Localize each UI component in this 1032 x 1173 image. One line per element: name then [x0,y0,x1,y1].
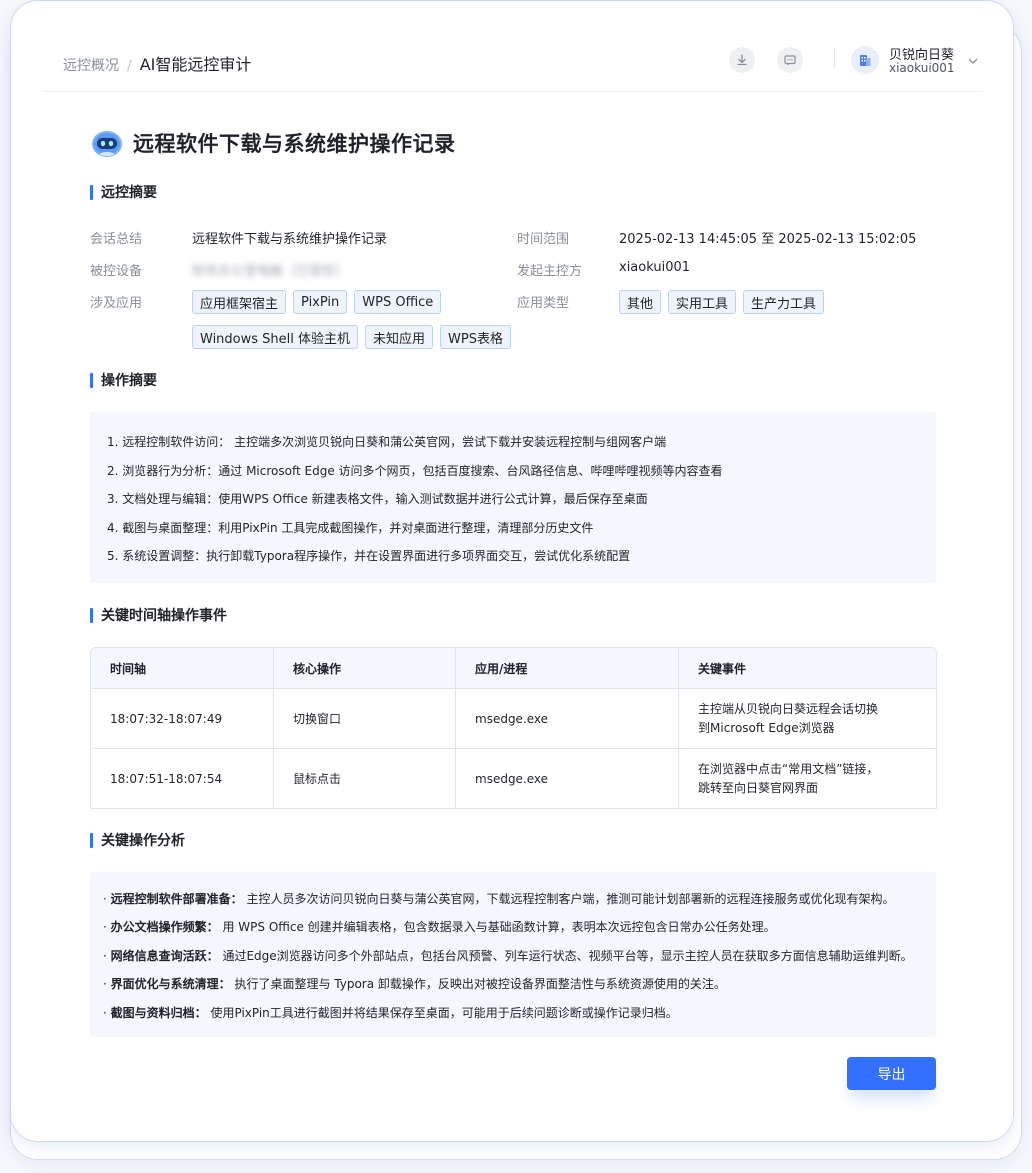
avatar [851,46,879,74]
initiator-value: xiaokui001 [619,260,691,275]
app-types-label: 应用类型 [517,296,570,311]
table-cell: msedge.exe [455,749,678,808]
app-tags-row-2: Windows Shell 体验主机 未知应用 WPS表格 [192,325,511,349]
analysis-title: 远程控制软件部署准备： [110,892,243,906]
type-tag: 生产力工具 [743,290,825,314]
analysis-text: 用 WPS Office 创建并编辑表格，包含数据录入与基础函数计算，表明本次远… [218,920,776,934]
table-cell: 鼠标点击 [273,749,455,808]
list-item: 1. 远程控制软件访问： 主控端多次浏览贝锐向日葵和蒲公英官网，尝试下载并安装远… [107,435,667,449]
section-title: 远控摘要 [101,185,157,201]
section-analysis-heading: 关键操作分析 [90,831,185,849]
time-range-label: 时间范围 [517,232,570,247]
app-tag: 应用框架宿主 [192,290,287,314]
session-value: 远程软件下载与系统维护操作记录 [192,232,388,247]
initiator-label: 发起主控方 [517,264,583,279]
list-item: · 网络信息查询活跃： 通过Edge浏览器访问多个外部站点，包括台风预警、列车运… [103,949,913,963]
analysis-title: 界面优化与系统清理： [110,977,231,991]
breadcrumb: 远控概况 / AI智能远控审计 [63,51,251,75]
table-cell: 18:07:51-18:07:54 [110,771,223,786]
analysis-panel: · 远程控制软件部署准备： 主控人员多次访问贝锐向日葵与蒲公英官网，下载远程控制… [90,872,936,1037]
column-header: 时间轴 [110,661,147,676]
robot-icon [92,131,122,157]
user-id: xiaokui001 [889,61,955,75]
section-title: 操作摘要 [101,373,157,389]
analysis-text: 主控人员多次访问贝锐向日葵与蒲公英官网，下载远程控制客户端，推测可能计划部署新的… [242,892,895,906]
breadcrumb-root[interactable]: 远控概况 [63,58,119,74]
message-button[interactable] [777,47,803,73]
section-accent-bar [90,832,93,848]
section-title: 关键操作分析 [101,833,185,849]
analysis-text: 使用PixPin工具进行截图并将结果保存至桌面，可能用于后续问题诊断或操作记录归… [206,1006,678,1020]
session-label: 会话总结 [90,232,143,247]
type-tag: 实用工具 [668,290,737,314]
device-label: 被控设备 [90,264,143,279]
app-type-tags: 其他 实用工具 生产力工具 [619,290,825,314]
table-row: 18:07:51-18:07:54 鼠标点击 msedge.exe 在浏览器中点… [91,748,936,808]
list-item: 4. 截图与桌面整理：利用PixPin 工具完成截图操作，并对桌面进行整理，清理… [107,521,594,535]
app-tag: WPS Office [354,290,442,314]
table-cell: 主控端从贝锐向日葵远程会话切换 到Microsoft Edge浏览器 [678,689,936,748]
list-item: · 界面优化与系统清理： 执行了桌面整理与 Typora 卸载操作，反映出对被控… [103,977,726,991]
user-menu[interactable]: 贝锐向日葵 xiaokui001 [851,44,981,78]
app-tag: PixPin [293,290,348,314]
app-tags-row-1: 应用框架宿主 PixPin WPS Office [192,290,442,314]
section-operations-heading: 操作摘要 [90,371,157,389]
list-item: 5. 系统设置调整：执行卸载Typora程序操作，并在设置界面进行多项界面交互，… [107,549,631,563]
type-tag: 其他 [619,290,662,314]
download-button[interactable] [729,47,755,73]
table-cell: 在浏览器中点击“常用文档”链接， 跳转至向日葵官网界面 [678,749,936,808]
analysis-text: 执行了桌面整理与 Typora 卸载操作，反映出对被控设备界面整洁性与系统资源使… [230,977,726,991]
building-icon [860,55,871,66]
section-accent-bar [90,372,93,388]
page-title-row: 远程软件下载与系统维护操作记录 [91,127,456,159]
table-cell: msedge.exe [455,689,678,748]
section-timeline-heading: 关键时间轴操作事件 [90,606,227,624]
list-item: · 截图与资料归档： 使用PixPin工具进行截图并将结果保存至桌面，可能用于后… [103,1006,678,1020]
export-button[interactable]: 导出 [847,1057,936,1090]
analysis-title: 截图与资料归档： [110,1006,207,1020]
app-tag: Windows Shell 体验主机 [192,325,359,349]
breadcrumb-separator: / [127,58,132,74]
download-icon [737,54,747,66]
list-item: · 办公文档操作频繁： 用 WPS Office 创建并编辑表格，包含数据录入与… [103,920,776,934]
chevron-down-icon[interactable] [967,55,979,67]
table-cell: 切换窗口 [273,689,455,748]
audit-card: 远控概况 / AI智能远控审计 贝锐向日葵 xiaokui001 远程软件下载与… [10,0,1014,1142]
page-header: 远控概况 / AI智能远控审计 贝锐向日葵 xiaokui001 [43,1,983,92]
section-summary-heading: 远控摘要 [90,183,157,201]
section-accent-bar [90,607,93,623]
page-title: 远程软件下载与系统维护操作记录 [133,132,456,156]
column-header: 应用/进程 [455,648,678,688]
list-item: 3. 文档处理与编辑：使用WPS Office 新建表格文件，输入测试数据并进行… [107,492,648,506]
table-row: 18:07:32-18:07:49 切换窗口 msedge.exe 主控端从贝锐… [91,688,936,748]
app-tag: WPS表格 [440,325,511,349]
column-header: 关键事件 [678,648,936,688]
apps-label: 涉及应用 [90,296,143,311]
analysis-text: 通过Edge浏览器访问多个外部站点，包括台风预警、列车运行状态、视频平台等，显示… [218,949,913,963]
operation-summary-panel: 1. 远程控制软件访问： 主控端多次浏览贝锐向日葵和蒲公英官网，尝试下载并安装远… [90,412,936,583]
table-header-row: 时间轴 核心操作 应用/进程 关键事件 [91,648,936,688]
device-value: 财务办公室电脑（已受控） [192,264,349,279]
header-divider [834,47,835,69]
column-header: 核心操作 [273,648,455,688]
timeline-table: 时间轴 核心操作 应用/进程 关键事件 18:07:32-18:07:49 切换… [90,647,937,809]
time-range-value: 2025-02-13 14:45:05 至 2025-02-13 15:02:0… [619,232,917,247]
list-item: · 远程控制软件部署准备： 主控人员多次访问贝锐向日葵与蒲公英官网，下载远程控制… [103,892,895,906]
analysis-title: 网络信息查询活跃： [110,949,219,963]
table-cell: 18:07:32-18:07:49 [110,711,223,726]
message-icon [784,55,796,66]
section-accent-bar [90,184,93,200]
app-tag: 未知应用 [365,325,434,349]
analysis-title: 办公文档操作频繁： [110,920,219,934]
list-item: 2. 浏览器行为分析：通过 Microsoft Edge 访问多个网页，包括百度… [107,464,723,478]
breadcrumb-current: AI智能远控审计 [139,55,252,74]
section-title: 关键时间轴操作事件 [101,608,227,624]
